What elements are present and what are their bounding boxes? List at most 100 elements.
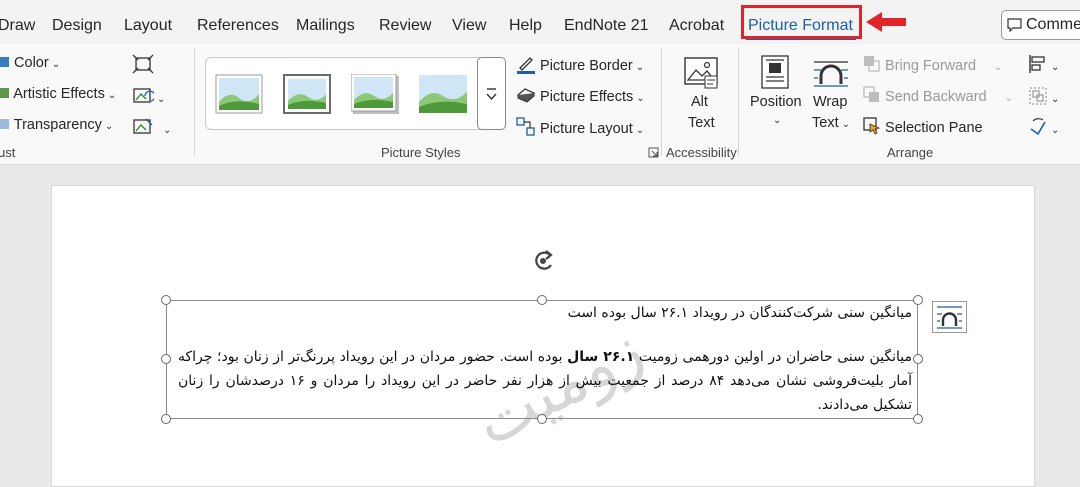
chevron-down-icon: ⌄ [994, 62, 1003, 73]
alt-text-label-1: Alt [691, 94, 708, 110]
group-button[interactable]: ⌄ [1028, 86, 1059, 106]
group-separator [661, 48, 662, 156]
position-icon[interactable] [761, 55, 789, 89]
wrap-text-icon[interactable] [812, 56, 850, 90]
artistic-effects-icon [0, 88, 9, 98]
tab-design[interactable]: Design [52, 17, 102, 35]
layout-options-button[interactable] [932, 301, 967, 333]
resize-handle-top-right[interactable] [913, 295, 923, 305]
resize-handle-bottom-left[interactable] [161, 414, 171, 424]
group-objects-icon [1029, 87, 1047, 105]
send-backward-label: Send Backward [885, 89, 987, 105]
picture-border-label: Picture Border [540, 58, 633, 74]
ribbon-panel: Color ⌄ Artistic Effects ⌄ Transparency ⌄ ⌄… [0, 44, 1080, 165]
dialog-launcher-icon[interactable] [648, 147, 659, 158]
chevron-down-icon: ⌄ [1004, 93, 1013, 104]
tab-help[interactable]: Help [509, 17, 542, 35]
bring-forward-icon [864, 56, 880, 72]
chevron-down-icon: ⌄ [1051, 125, 1060, 136]
color-button[interactable]: Color ⌄ [0, 55, 60, 71]
tab-references[interactable]: References [197, 17, 279, 35]
chevron-down-icon: ⌄ [104, 121, 114, 132]
document-paragraph: میانگین سنی حاضران در اولین دورهمی زومیت… [178, 345, 912, 417]
resize-handle-bottom-right[interactable] [913, 414, 923, 424]
wrap-text-label-1: Wrap [813, 94, 848, 110]
rotate-handle-icon[interactable] [529, 246, 559, 276]
bring-forward-button[interactable]: Bring Forward ⌄ [863, 55, 1002, 74]
group-separator [738, 48, 739, 156]
align-button[interactable]: ⌄ [1028, 54, 1059, 74]
tab-endnote[interactable]: EndNote 21 [564, 17, 649, 35]
tab-review[interactable]: Review [379, 17, 431, 35]
reset-picture-icon [133, 118, 153, 134]
compress-pictures-icon[interactable] [132, 54, 154, 74]
color-icon [0, 57, 9, 67]
selection-pane-button[interactable]: Selection Pane [863, 117, 983, 136]
send-backward-button[interactable]: Send Backward ⌄ [863, 86, 1013, 105]
chevron-down-icon: ⌄ [157, 94, 166, 105]
gallery-more-button[interactable] [477, 57, 506, 130]
group-separator [194, 48, 195, 156]
rotate-icon [1030, 118, 1046, 136]
picture-layout-button[interactable]: Picture Layout ⌄ [516, 117, 644, 137]
resize-handle-bottom-center[interactable] [537, 414, 547, 424]
selection-pane-icon [863, 117, 881, 135]
resize-handle-top-left[interactable] [161, 295, 171, 305]
layout-options-icon [937, 306, 962, 329]
artistic-effects-button[interactable]: Artistic Effects ⌄ [0, 86, 116, 102]
align-icon [1029, 55, 1045, 73]
chevron-down-icon: ⌄ [107, 90, 117, 101]
chevron-down-icon[interactable]: ⌄ [773, 115, 781, 126]
wrap-text-label-2-row[interactable]: Text ⌄ [812, 115, 850, 131]
color-label: Color [14, 55, 49, 71]
picture-border-button[interactable]: Picture Border ⌄ [516, 54, 644, 74]
chevron-down-icon: ⌄ [841, 119, 850, 130]
picture-styles-group-label: Picture Styles [381, 145, 461, 160]
highlight-annotation-box [741, 5, 862, 39]
gallery-more-icon [486, 88, 497, 101]
comments-button[interactable]: Comme [1001, 10, 1080, 40]
resize-handle-top-center[interactable] [537, 295, 547, 305]
bring-forward-label: Bring Forward [885, 58, 977, 74]
alt-text-icon[interactable] [683, 56, 719, 90]
comment-icon [1007, 18, 1022, 32]
rotate-button[interactable]: ⌄ [1028, 117, 1059, 137]
chevron-down-icon: ⌄ [1051, 62, 1060, 73]
tab-layout[interactable]: Layout [124, 17, 172, 35]
chevron-down-icon: ⌄ [635, 125, 645, 136]
chevron-down-icon: ⌄ [51, 59, 61, 70]
selection-pane-label: Selection Pane [885, 120, 983, 136]
document-line-1: میانگین سنی شرکت‌کنندگان در رویداد ۲۶.۱ … [567, 305, 912, 321]
tab-draw[interactable]: Draw [0, 17, 35, 35]
resize-handle-middle-left[interactable] [161, 354, 171, 364]
paragraph-bold-text: ۲۶.۱ سال [567, 349, 635, 365]
chevron-down-icon: ⌄ [635, 62, 645, 73]
comments-label: Comme [1026, 16, 1080, 33]
picture-effects-button[interactable]: Picture Effects ⌄ [516, 86, 645, 105]
resize-handle-middle-right[interactable] [913, 354, 923, 364]
arrange-group-label: Arrange [887, 145, 934, 160]
tab-acrobat[interactable]: Acrobat [669, 17, 724, 35]
change-picture-icon [133, 88, 156, 103]
picture-effects-label: Picture Effects [540, 89, 634, 105]
artistic-effects-label: Artistic Effects [13, 86, 105, 102]
tab-mailings[interactable]: Mailings [296, 17, 355, 35]
picture-style-thumb-2[interactable] [283, 74, 331, 114]
reset-picture-button[interactable]: ⌄ [132, 117, 171, 137]
picture-style-thumb-4[interactable] [419, 74, 467, 114]
chevron-down-icon: ⌄ [163, 125, 172, 136]
picture-layout-label: Picture Layout [540, 121, 633, 137]
tab-view[interactable]: View [452, 17, 486, 35]
position-label: Position [750, 94, 802, 110]
alt-text-label-2: Text [688, 115, 715, 131]
paragraph-text-start: میانگین سنی حاضران در اولین دورهمی زومیت [634, 349, 912, 365]
transparency-button[interactable]: Transparency ⌄ [0, 117, 113, 133]
accessibility-group-label: Accessibility [666, 145, 737, 160]
pen-icon [517, 57, 535, 74]
transparency-icon [0, 119, 9, 129]
picture-style-thumb-3[interactable] [351, 74, 399, 114]
ribbon-tab-bar: Draw Design Layout References Mailings R… [0, 0, 1080, 44]
send-backward-icon [863, 86, 879, 102]
change-picture-button[interactable]: ⌄ [132, 86, 165, 106]
picture-style-thumb-1[interactable] [215, 74, 263, 114]
